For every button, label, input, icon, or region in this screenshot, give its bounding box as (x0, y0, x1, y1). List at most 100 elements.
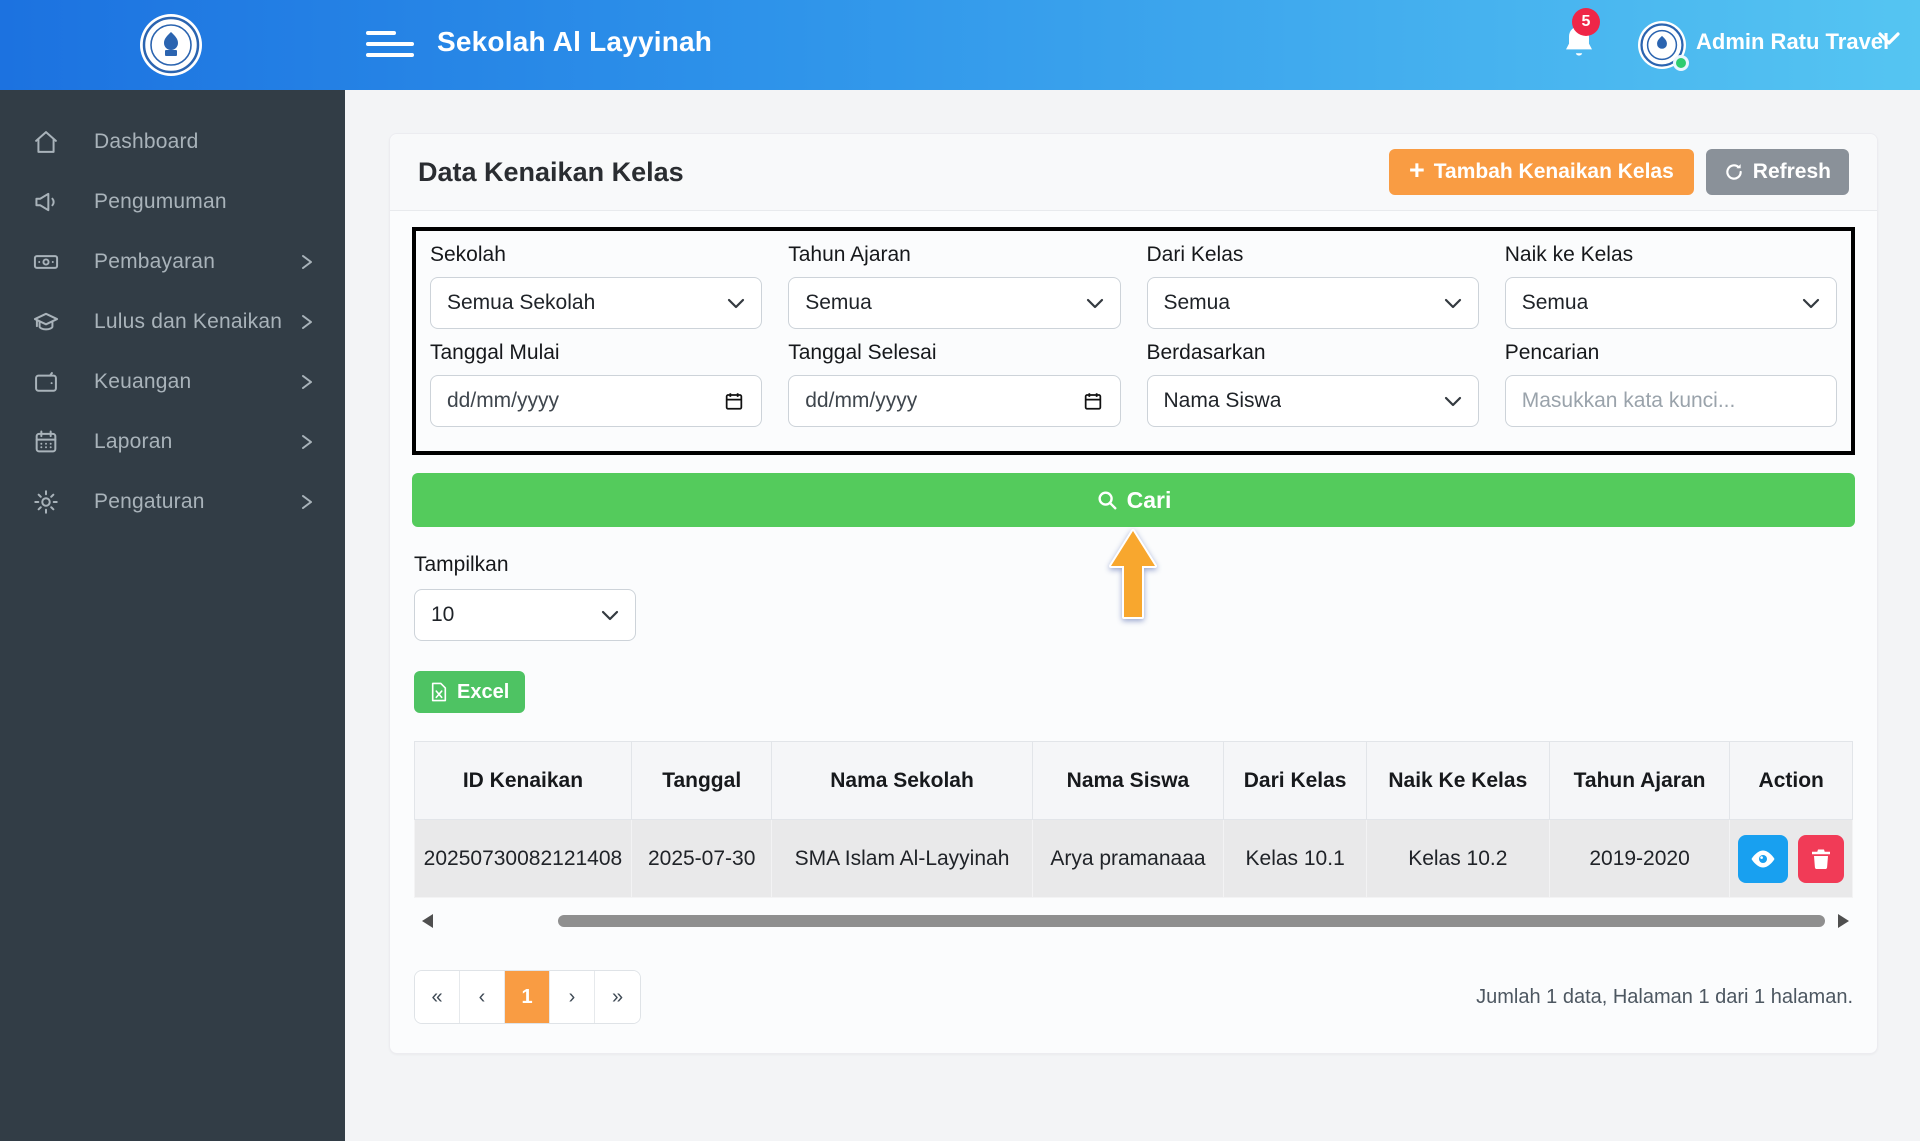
dari-kelas-label: Dari Kelas (1146, 243, 1244, 266)
col-tahun-ajaran: Tahun Ajaran (1548, 741, 1731, 820)
sidebar-item-pengumuman[interactable]: Pengumuman (0, 172, 345, 232)
chevron-right-icon (302, 435, 312, 449)
page-last-button[interactable]: » (595, 971, 640, 1023)
notification-bell[interactable]: 5 (1560, 8, 1604, 72)
result-summary: Jumlah 1 data, Halaman 1 dari 1 halaman. (1476, 985, 1853, 1008)
filter-berdasarkan: Berdasarkan Nama Siswa (1146, 341, 1479, 427)
dari-kelas-select[interactable]: Semua (1146, 277, 1479, 329)
school-emblem-icon (142, 16, 200, 74)
tanggal-mulai-input[interactable]: dd/mm/yyyy (430, 375, 763, 427)
excel-export-button[interactable]: Excel (414, 671, 526, 713)
tanggal-selesai-label: Tanggal Selesai (788, 341, 937, 364)
tambah-kenaikan-kelas-button[interactable]: + Tambah Kenaikan Kelas (1388, 149, 1694, 195)
page-prev-button[interactable]: ‹ (460, 971, 505, 1023)
scroll-left-arrow-icon[interactable] (422, 914, 433, 928)
filter-form: Sekolah Semua Sekolah Tahun Ajaran Semua (412, 227, 1855, 455)
sidebar-item-label: Pengumuman (94, 190, 227, 213)
chevron-down-icon (1444, 298, 1461, 308)
sidebar-item-label: Dashboard (94, 130, 199, 153)
page-first-button[interactable]: « (415, 971, 460, 1023)
pagination: « ‹ 1 › » (414, 970, 641, 1024)
banknote-icon (33, 255, 59, 269)
main-content: Data Kenaikan Kelas + Tambah Kenaikan Ke… (345, 90, 1920, 1141)
notification-count-badge: 5 (1572, 8, 1600, 36)
school-logo (140, 14, 202, 76)
cari-button[interactable]: Cari (412, 473, 1855, 527)
sidebar-item-dashboard[interactable]: Dashboard (0, 112, 345, 172)
col-nama-sekolah: Nama Sekolah (771, 741, 1033, 820)
calendar-icon (726, 393, 743, 410)
app-title: Sekolah Al Layyinah (437, 26, 713, 57)
cell-nama-sekolah: SMA Islam Al-Layyinah (771, 819, 1033, 898)
annotation-arrow-up-icon (1109, 529, 1157, 619)
filter-tahun-ajaran: Tahun Ajaran Semua (788, 243, 1121, 329)
user-avatar[interactable] (1638, 21, 1689, 71)
naik-ke-kelas-label: Naik ke Kelas (1504, 243, 1634, 266)
excel-file-icon (431, 682, 447, 702)
tahun-ajaran-select[interactable]: Semua (788, 277, 1121, 329)
calendar-icon (1084, 393, 1101, 410)
sidebar-item-keuangan[interactable]: Keuangan (0, 352, 345, 412)
filter-pencarian: Pencarian (1504, 341, 1837, 427)
cell-tahun-ajaran: 2019-2020 (1548, 819, 1731, 898)
scrollbar-thumb[interactable] (558, 915, 1825, 927)
sidebar-item-label: Pembayaran (94, 250, 216, 273)
table-row: 20250730082121408 2025-07-30 SMA Islam A… (414, 819, 1853, 898)
cell-naik-ke-kelas: Kelas 10.2 (1365, 819, 1550, 898)
trash-icon (1812, 849, 1831, 869)
user-menu-chevron-down-icon[interactable] (1878, 32, 1900, 46)
pagination-row: « ‹ 1 › » Jumlah 1 data, Halaman 1 dari … (414, 970, 1853, 1024)
tanggal-mulai-label: Tanggal Mulai (430, 341, 560, 364)
page-1-button[interactable]: 1 (505, 971, 550, 1023)
col-id-kenaikan: ID Kenaikan (414, 741, 632, 820)
graduation-cap-icon (33, 312, 59, 331)
card-header: Data Kenaikan Kelas + Tambah Kenaikan Ke… (390, 134, 1877, 211)
user-name[interactable]: Admin Ratu Travel (1696, 29, 1889, 55)
chevron-right-icon (302, 375, 312, 389)
menu-toggle-icon[interactable] (366, 31, 414, 59)
filter-sekolah: Sekolah Semua Sekolah (430, 243, 763, 329)
sekolah-label: Sekolah (430, 243, 506, 266)
page-title: Data Kenaikan Kelas (418, 156, 684, 187)
chevron-down-icon (601, 610, 619, 620)
wallet-icon (35, 372, 57, 392)
filter-naik-ke-kelas: Naik ke Kelas Semua (1504, 243, 1837, 329)
col-action: Action (1729, 741, 1853, 820)
naik-ke-kelas-select[interactable]: Semua (1504, 277, 1837, 329)
tampilkan-select[interactable]: 10 (414, 589, 636, 641)
sidebar-item-laporan[interactable]: Laporan (0, 412, 345, 472)
cell-nama-siswa: Arya pramanaaa (1031, 819, 1225, 898)
col-dari-kelas: Dari Kelas (1223, 741, 1367, 820)
app-root: Sekolah Al Layyinah 5 Admin Ratu Travel (0, 0, 1920, 1141)
pencarian-label: Pencarian (1504, 341, 1600, 364)
cell-id-kenaikan: 20250730082121408 (414, 819, 632, 898)
plus-icon: + (1408, 155, 1425, 185)
view-button[interactable] (1738, 834, 1789, 883)
search-input[interactable] (1504, 375, 1837, 427)
sidebar-item-pengaturan[interactable]: Pengaturan (0, 472, 345, 532)
filter-tanggal-selesai: Tanggal Selesai dd/mm/yyyy (788, 341, 1121, 427)
eye-icon (1751, 850, 1775, 867)
berdasarkan-label: Berdasarkan (1146, 341, 1266, 364)
cell-tanggal: 2025-07-30 (630, 819, 773, 898)
sekolah-select[interactable]: Semua Sekolah (430, 277, 763, 329)
sidebar-nav: Dashboard Pengumuman Pembayaran Lulus da… (0, 90, 345, 1141)
delete-button[interactable] (1798, 834, 1844, 883)
page-next-button[interactable]: › (550, 971, 595, 1023)
tanggal-selesai-input[interactable]: dd/mm/yyyy (788, 375, 1121, 427)
chevron-down-icon (728, 298, 745, 308)
scroll-right-arrow-icon[interactable] (1838, 914, 1849, 928)
refresh-button[interactable]: Refresh (1705, 149, 1849, 195)
filter-tanggal-mulai: Tanggal Mulai dd/mm/yyyy (430, 341, 763, 427)
col-nama-siswa: Nama Siswa (1031, 741, 1225, 820)
gear-icon (34, 490, 58, 514)
report-calendar-icon (35, 430, 57, 453)
table-header-row: ID Kenaikan Tanggal Nama Sekolah Nama Si… (414, 741, 1853, 820)
chevron-down-icon (1802, 298, 1820, 308)
top-header: Sekolah Al Layyinah 5 Admin Ratu Travel (0, 0, 1920, 90)
sidebar-item-lulus-dan-kenaikan[interactable]: Lulus dan Kenaikan (0, 292, 345, 352)
cell-action (1729, 819, 1853, 898)
berdasarkan-select[interactable]: Nama Siswa (1146, 375, 1479, 427)
sidebar-item-pembayaran[interactable]: Pembayaran (0, 232, 345, 292)
megaphone-icon (35, 192, 55, 212)
